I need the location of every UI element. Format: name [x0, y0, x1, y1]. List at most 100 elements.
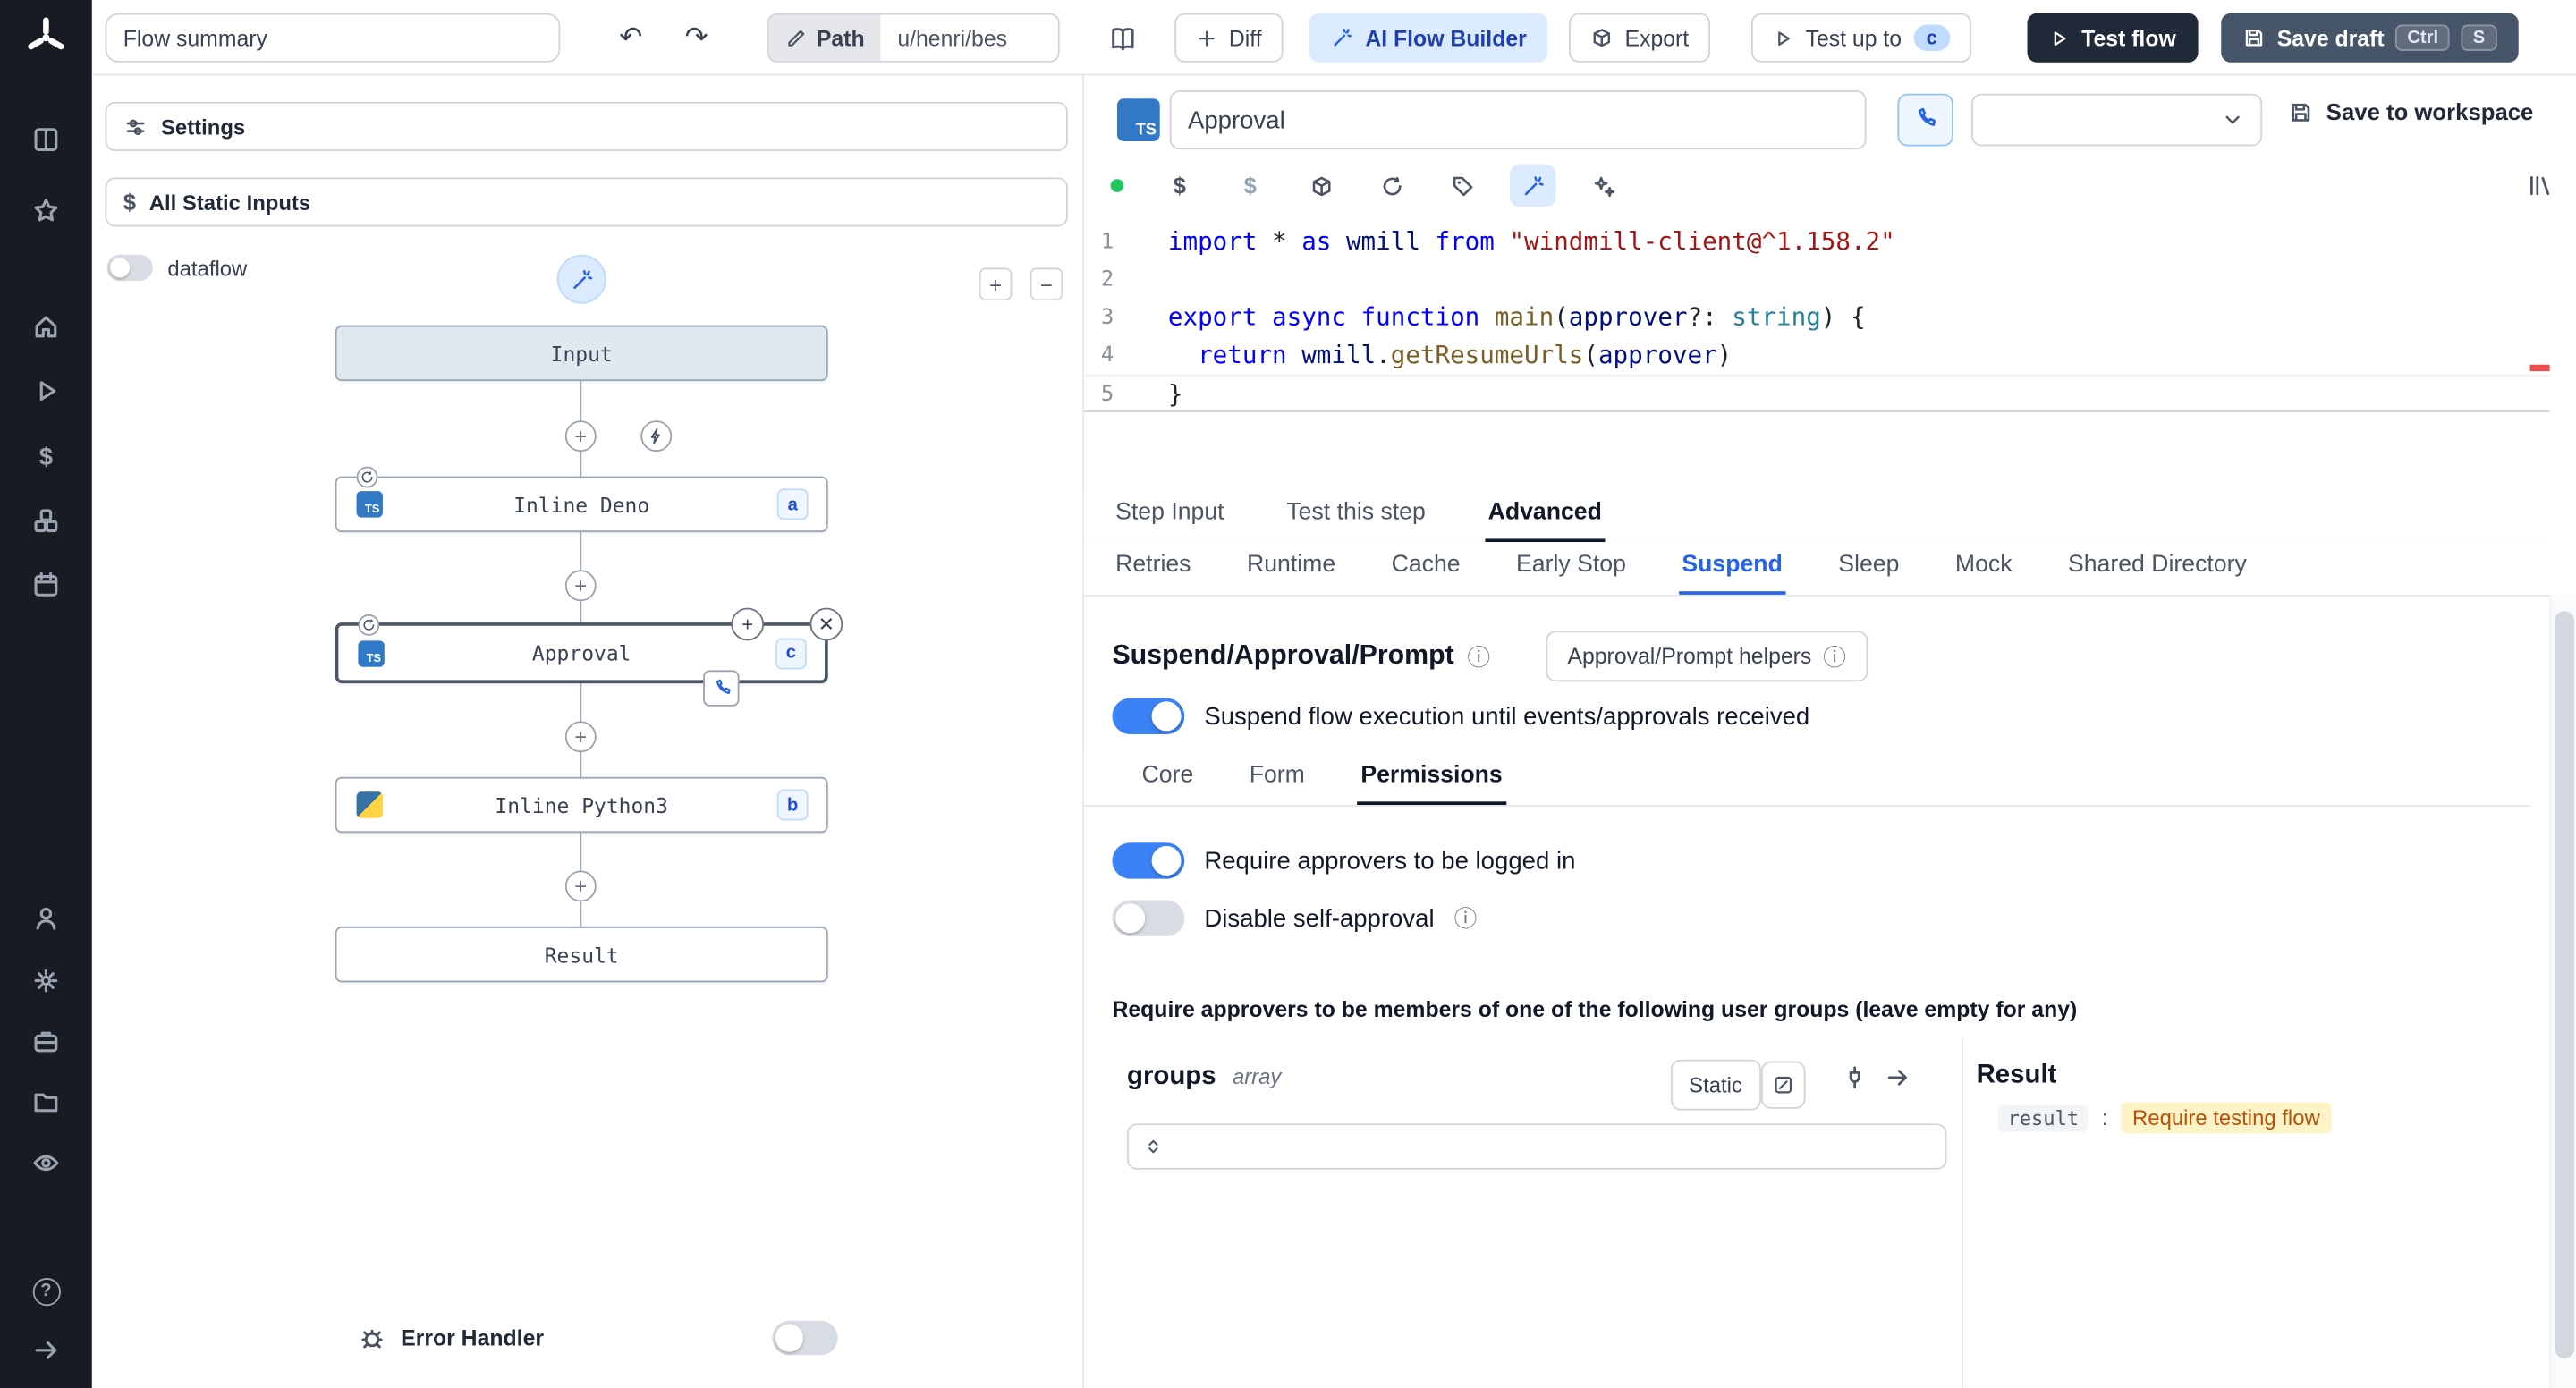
- diff-button[interactable]: Diff: [1174, 13, 1284, 63]
- runs-icon[interactable]: [30, 123, 63, 157]
- ai-flow-builder-button[interactable]: AI Flow Builder: [1309, 13, 1548, 63]
- tab-mock[interactable]: Mock: [1952, 542, 2015, 595]
- insert-step-after-button[interactable]: +: [731, 607, 765, 641]
- audit-logs-eye-icon[interactable]: [30, 1147, 63, 1180]
- tab-cache[interactable]: Cache: [1388, 542, 1463, 595]
- tab-core[interactable]: Core: [1139, 752, 1197, 805]
- info-icon[interactable]: ⓘ: [1454, 907, 1478, 930]
- delete-step-button[interactable]: ✕: [809, 607, 843, 641]
- ai-assistant-icon-button[interactable]: [1509, 164, 1556, 207]
- export-button[interactable]: Export: [1569, 13, 1711, 63]
- settings-label: Settings: [160, 114, 246, 140]
- add-trigger-button[interactable]: [640, 420, 673, 453]
- dataflow-toggle[interactable]: [106, 254, 153, 282]
- zoom-in-button[interactable]: +: [979, 267, 1013, 301]
- windmill-logo-icon[interactable]: [21, 13, 71, 63]
- resources-icon[interactable]: [30, 504, 63, 537]
- script-kind-select[interactable]: [1971, 93, 2263, 147]
- tab-form[interactable]: Form: [1246, 752, 1309, 805]
- sparkles-icon: [1593, 175, 1614, 197]
- help-icon[interactable]: ?: [30, 1274, 63, 1308]
- scrollbar-track[interactable]: [2549, 594, 2576, 1388]
- node-inline-deno[interactable]: TS Inline Deno a: [335, 466, 828, 533]
- all-static-inputs-button[interactable]: $ All Static Inputs: [105, 177, 1068, 227]
- resources-picker-icon[interactable]: $: [1227, 165, 1273, 207]
- zoom-in-label: +: [989, 271, 1003, 297]
- favorites-icon[interactable]: [30, 194, 63, 227]
- node-inline-python3[interactable]: Inline Python3 b: [335, 776, 828, 834]
- plug-input-icon[interactable]: [1842, 1064, 1868, 1090]
- node-input[interactable]: Input: [335, 325, 828, 382]
- library-icon: [2530, 175, 2550, 196]
- variables-picker-icon[interactable]: $: [1157, 165, 1202, 207]
- sparkles-icon-button[interactable]: [1580, 165, 1626, 207]
- expression-mode-button[interactable]: [1760, 1061, 1806, 1109]
- result-value[interactable]: Require testing flow: [2121, 1102, 2332, 1134]
- add-step-button[interactable]: +: [564, 870, 597, 902]
- tab-shared-directory[interactable]: Shared Directory: [2064, 542, 2250, 595]
- step-name-input[interactable]: [1169, 90, 1867, 150]
- tab-retries[interactable]: Retries: [1112, 542, 1194, 595]
- collapse-sidebar-icon[interactable]: [30, 1333, 63, 1367]
- path-group: Path u/henri/bes: [767, 13, 1060, 63]
- settings-gear-icon[interactable]: [30, 964, 63, 997]
- save-draft-button[interactable]: Save draft Ctrl S: [2221, 13, 2518, 63]
- helpers-button-label: Approval/Prompt helpers: [1567, 643, 1812, 669]
- tab-permissions[interactable]: Permissions: [1357, 752, 1506, 805]
- undo-button[interactable]: ↶: [605, 13, 657, 63]
- tab-early-stop[interactable]: Early Stop: [1513, 542, 1629, 595]
- flow-summary-input[interactable]: [105, 13, 561, 63]
- test-flow-button[interactable]: Test flow: [2027, 13, 2198, 63]
- save-to-workspace-button[interactable]: Save to workspace: [2289, 98, 2533, 125]
- flow-settings-button[interactable]: Settings: [105, 101, 1068, 151]
- groups-note: Require approvers to be members of one o…: [1112, 996, 2078, 1022]
- tab-runtime[interactable]: Runtime: [1243, 542, 1339, 595]
- error-handler-toggle[interactable]: [772, 1320, 838, 1356]
- suspend-sub-tabs: Core Form Permissions: [1084, 752, 2530, 807]
- bug-icon: [361, 1329, 383, 1349]
- tab-advanced[interactable]: Advanced: [1484, 489, 1606, 543]
- tab-step-input[interactable]: Step Input: [1112, 489, 1227, 542]
- tag-icon-button[interactable]: [1439, 165, 1485, 207]
- test-up-to-button[interactable]: Test up to c: [1750, 13, 1972, 63]
- unfold-icon: [1148, 1139, 1158, 1154]
- tab-suspend[interactable]: Suspend: [1678, 542, 1786, 595]
- tab-test-this-step[interactable]: Test this step: [1284, 489, 1429, 542]
- schedules-icon[interactable]: [30, 569, 63, 602]
- require-login-label: Require approvers to be logged in: [1204, 846, 1576, 876]
- suspend-approval-button[interactable]: [1897, 93, 1953, 147]
- library-icon-button[interactable]: [2517, 165, 2563, 207]
- add-step-button[interactable]: +: [564, 420, 597, 453]
- home-icon[interactable]: [30, 310, 63, 343]
- disable-self-approval-row: Disable self-approval ⓘ: [1112, 900, 1478, 936]
- approval-prompt-helpers-button[interactable]: Approval/Prompt helpers ⓘ: [1546, 631, 1868, 682]
- redo-button[interactable]: ↷: [670, 13, 723, 63]
- require-login-toggle[interactable]: [1112, 842, 1185, 879]
- info-icon[interactable]: ⓘ: [1467, 645, 1490, 668]
- suspend-flow-toggle[interactable]: [1112, 698, 1185, 735]
- users-icon[interactable]: [30, 901, 63, 935]
- bolt-icon: [650, 428, 660, 444]
- disable-self-approval-toggle[interactable]: [1112, 900, 1185, 936]
- folders-icon[interactable]: [30, 1086, 63, 1119]
- arrow-right-icon[interactable]: [1885, 1064, 1911, 1090]
- workers-icon[interactable]: [30, 1025, 63, 1058]
- groups-input[interactable]: [1126, 1123, 1947, 1170]
- edit-path-button[interactable]: Path: [768, 14, 881, 61]
- zoom-out-button[interactable]: −: [1030, 267, 1063, 301]
- add-step-button[interactable]: +: [564, 721, 597, 753]
- add-step-button[interactable]: +: [564, 570, 597, 602]
- node-result[interactable]: Result: [335, 926, 828, 983]
- reset-icon[interactable]: [1368, 165, 1414, 207]
- code-editor[interactable]: 1 import * as wmill from "windmill-client…: [1084, 216, 2550, 489]
- ai-graph-wand-button[interactable]: [556, 254, 606, 304]
- dataflow-label: dataflow: [167, 255, 248, 281]
- variables-icon[interactable]: $: [30, 440, 63, 473]
- refresh-icon: [363, 619, 375, 631]
- jobs-icon[interactable]: [30, 375, 63, 408]
- scrollbar-thumb[interactable]: [2555, 611, 2575, 1358]
- static-mode-button[interactable]: Static: [1670, 1059, 1761, 1111]
- dependencies-icon[interactable]: [1298, 165, 1343, 207]
- docs-button[interactable]: [1091, 13, 1154, 63]
- tab-sleep[interactable]: Sleep: [1835, 542, 1902, 595]
